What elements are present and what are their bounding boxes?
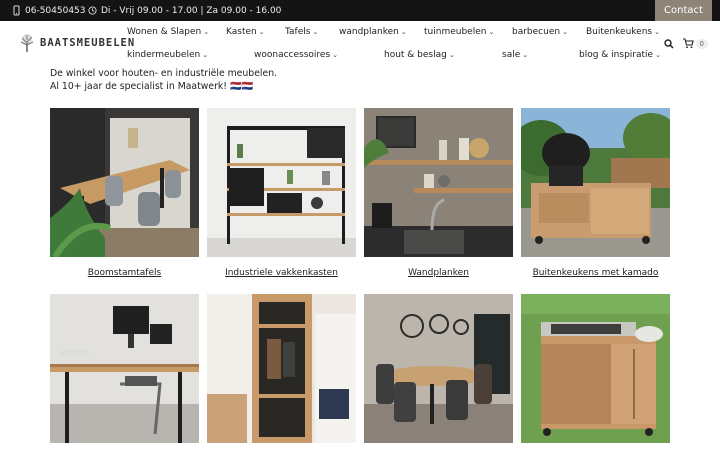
category-tile-vakkenkasten[interactable]: Industriele vakkenkasten [207, 108, 356, 278]
category-image[interactable] [207, 294, 356, 443]
top-bar: 06-50450453 Di - Vrij 09.00 - 17.00 | Za… [0, 0, 720, 21]
chevron-down-icon: ⌄ [488, 28, 495, 36]
search-icon[interactable] [663, 38, 674, 49]
nav-hout-beslag[interactable]: hout & beslag ⌄ [384, 50, 455, 60]
contact-button[interactable]: Contact [655, 0, 712, 21]
chevron-down-icon: ⌄ [654, 28, 660, 36]
nav-sale[interactable]: sale ⌄ [502, 50, 528, 60]
nav-label: woonaccessoires [254, 50, 331, 60]
tree-logo-icon [20, 34, 34, 52]
nav-wandplanken[interactable]: wandplanken ⌄ [339, 27, 407, 37]
chevron-down-icon: ⌄ [258, 28, 265, 36]
phone-icon [13, 5, 20, 16]
chevron-down-icon: ⌄ [332, 51, 339, 59]
category-image[interactable] [364, 294, 513, 443]
nav-tuinmeubelen[interactable]: tuinmeubelen ⌄ [424, 27, 494, 37]
nav-label: wandplanken [339, 27, 399, 37]
nav-tafels[interactable]: Tafels ⌄ [285, 27, 318, 37]
nav-label: Buitenkeukens [586, 27, 653, 37]
opening-hours: Di - Vrij 09.00 - 17.00 | Za 09.00 - 16.… [88, 5, 281, 16]
category-tile-5[interactable] [50, 294, 199, 454]
category-tile-6[interactable] [207, 294, 356, 454]
site-header: BAATSMEUBELEN Wonen & Slapen ⌄ Kasten ⌄ Ta… [0, 21, 720, 64]
phone-number[interactable]: 06-50450453 [25, 6, 86, 16]
cart-count-badge: 0 [695, 38, 708, 49]
category-image[interactable] [207, 108, 356, 257]
nav-label: Tafels [285, 27, 311, 37]
intro-line-2: Al 10+ jaar de specialist in Maatwerk! 🇳… [50, 81, 254, 92]
intro-text: De winkel voor houten- en industriële me… [50, 67, 277, 93]
category-image[interactable] [50, 294, 199, 443]
category-label[interactable]: Boomstamtafels [50, 268, 199, 278]
category-image[interactable] [364, 108, 513, 257]
category-image[interactable] [50, 108, 199, 257]
category-tile-wandplanken[interactable]: Wandplanken [364, 108, 513, 278]
nav-woonaccessoires[interactable]: woonaccessoires ⌄ [254, 50, 338, 60]
chevron-down-icon: ⌄ [655, 51, 661, 59]
nav-buitenkeukens[interactable]: Buitenkeukens ⌄ [586, 27, 660, 37]
nav-label: blog & inspiratie [579, 50, 654, 60]
category-tile-8[interactable] [521, 294, 670, 454]
nav-label: Kasten [226, 27, 257, 37]
chevron-down-icon: ⌄ [400, 28, 407, 36]
category-tile-7[interactable] [364, 294, 513, 454]
site-logo[interactable]: BAATSMEUBELEN [18, 33, 135, 53]
nav-label: sale [502, 50, 521, 60]
chevron-down-icon: ⌄ [562, 28, 568, 36]
category-label[interactable]: Industriele vakkenkasten [207, 268, 356, 278]
nav-barbecuen[interactable]: barbecuen ⌄ [512, 27, 568, 37]
header-icons: 0 [663, 38, 708, 49]
nav-label: hout & beslag [384, 50, 447, 60]
logo-text: BAATSMEUBELEN [40, 37, 136, 49]
chevron-down-icon: ⌄ [312, 28, 319, 36]
chevron-down-icon: ⌄ [448, 51, 455, 59]
phone-info[interactable]: 06-50450453 [12, 5, 86, 16]
opening-hours-text: Di - Vrij 09.00 - 17.00 | Za 09.00 - 16.… [101, 5, 282, 16]
cart-button[interactable]: 0 [682, 38, 708, 49]
clock-icon [88, 6, 97, 15]
category-tile-buitenkeukens[interactable]: Buitenkeukens met kamado [521, 108, 670, 278]
nav-kindermeubelen[interactable]: kindermeubelen ⌄ [127, 50, 208, 60]
category-tile-boomstamtafels[interactable]: Boomstamtafels [50, 108, 199, 278]
nav-wonen-slapen[interactable]: Wonen & Slapen ⌄ [127, 27, 209, 37]
category-image[interactable] [521, 294, 670, 443]
chevron-down-icon: ⌄ [522, 51, 529, 59]
nav-kasten[interactable]: Kasten ⌄ [226, 27, 265, 37]
chevron-down-icon: ⌄ [202, 51, 209, 59]
nav-blog-inspiratie[interactable]: blog & inspiratie ⌄ [579, 50, 661, 60]
nav-label: barbecuen [512, 27, 561, 37]
nav-label: kindermeubelen [127, 50, 201, 60]
category-label[interactable]: Wandplanken [364, 268, 513, 278]
nav-label: tuinmeubelen [424, 27, 487, 37]
cart-icon [682, 38, 694, 49]
intro-line-1: De winkel voor houten- en industriële me… [50, 68, 278, 79]
category-image[interactable] [521, 108, 670, 257]
category-label[interactable]: Buitenkeukens met kamado [521, 268, 670, 278]
nav-label: Wonen & Slapen [127, 27, 202, 37]
chevron-down-icon: ⌄ [203, 28, 210, 36]
